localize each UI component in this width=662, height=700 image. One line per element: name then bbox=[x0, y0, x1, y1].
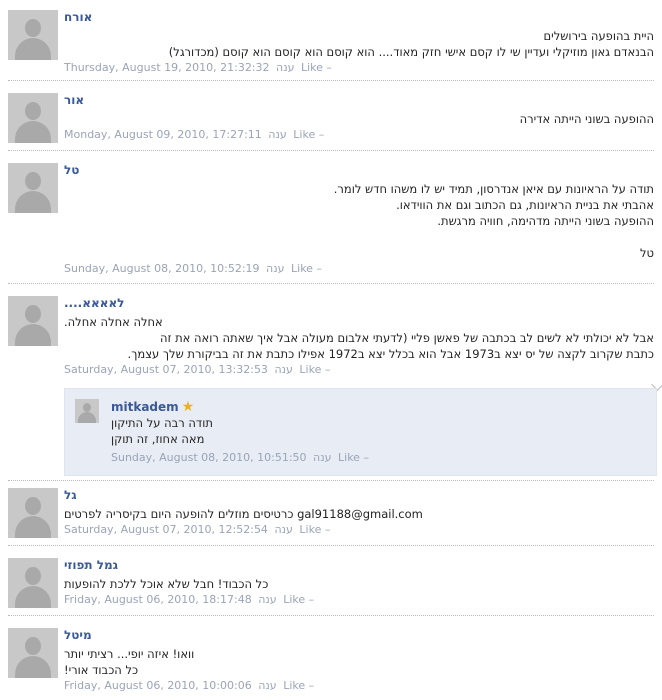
comment-text: gal91188@gmail.com כרטיסים מוזלים להופעה… bbox=[64, 507, 423, 521]
comment-meta: Sunday, August 08, 2010, 10:52:19 ענה Li… bbox=[64, 262, 654, 276]
comment-author[interactable]: לאאאא.... bbox=[64, 296, 654, 310]
reply-text: מאה אחוז, זה תוקן bbox=[111, 432, 205, 446]
comment-date: Monday, August 09, 2010, 17:27:11 bbox=[64, 128, 262, 141]
comment-text bbox=[64, 229, 654, 245]
comment-author[interactable]: אורח bbox=[64, 10, 654, 24]
divider bbox=[8, 283, 654, 284]
comment-author[interactable]: מיטל bbox=[64, 628, 654, 642]
comment-date: Saturday, August 07, 2010, 12:52:54 bbox=[64, 523, 268, 536]
comment-text: כל הכבוד אורי! bbox=[64, 663, 139, 677]
like-link[interactable]: Like – bbox=[283, 679, 314, 692]
reply-link[interactable]: ענה bbox=[258, 593, 276, 606]
comment-meta: Friday, August 06, 2010, 18:17:48 ענה Li… bbox=[64, 593, 654, 607]
comment-text: אבל לא יכולתי לא לשים לב בכתבה של פאשן פ… bbox=[159, 331, 654, 345]
comment-item: אור ההופעה בשוני הייתה אדירה Monday, Aug… bbox=[0, 93, 662, 143]
like-link[interactable]: Like – bbox=[283, 593, 314, 606]
comment-date: Friday, August 06, 2010, 10:00:06 bbox=[64, 679, 252, 692]
comment-author[interactable]: גל bbox=[64, 488, 654, 502]
like-link[interactable]: Like – bbox=[299, 363, 330, 376]
comment-text: הבנאדם גאון מוזיקלי ועדיין שי לו קסם איש… bbox=[168, 45, 654, 59]
reply-item: mitkadem ★ תודה רבה על התיקון מאה אחוז, ז… bbox=[64, 388, 657, 476]
avatar bbox=[8, 488, 58, 538]
like-link[interactable]: Like – bbox=[299, 523, 330, 536]
comment-item: גמל תפוזי כל הכבוד! חבל שלא אוכל ללכת לה… bbox=[0, 558, 662, 608]
comment-text: היית בהופעה בירושלים bbox=[543, 29, 654, 43]
comment-date: Friday, August 06, 2010, 18:17:48 bbox=[64, 593, 252, 606]
reply-avatar bbox=[75, 399, 99, 423]
divider bbox=[8, 615, 654, 616]
comment-meta: Saturday, August 07, 2010, 12:52:54 ענה … bbox=[64, 523, 654, 537]
reply-author[interactable]: mitkadem bbox=[111, 400, 179, 414]
avatar bbox=[8, 628, 58, 678]
avatar bbox=[8, 93, 58, 143]
like-link[interactable]: Like – bbox=[301, 61, 332, 74]
comment-text: כתבת שקרוב לקצה של יס יצא ב1973 אבל הוא … bbox=[127, 347, 654, 361]
reply-meta: Sunday, August 08, 2010, 10:51:50 ענה Li… bbox=[111, 451, 411, 465]
comment-text: ההופעה בשוני הייתה אדירה bbox=[519, 112, 654, 126]
reply-link[interactable]: ענה bbox=[313, 451, 331, 464]
reply-link[interactable]: ענה bbox=[274, 363, 292, 376]
like-link[interactable]: Like – bbox=[338, 451, 369, 464]
avatar bbox=[8, 296, 58, 346]
comment-meta: Monday, August 09, 2010, 17:27:11 ענה Li… bbox=[64, 128, 654, 142]
comment-text: כל הכבוד! חבל שלא אוכל ללכת להופעות bbox=[64, 577, 269, 591]
comment-meta: Saturday, August 07, 2010, 13:32:53 ענה … bbox=[64, 363, 654, 377]
comment-meta: Thursday, August 19, 2010, 21:32:32 ענה … bbox=[64, 61, 654, 75]
comment-text: וואו! איזה יופי... רציתי יותר bbox=[64, 647, 195, 661]
comment-date: Thursday, August 19, 2010, 21:32:32 bbox=[64, 61, 270, 74]
comment-item: גל gal91188@gmail.com כרטיסים מוזלים להו… bbox=[0, 488, 662, 538]
divider bbox=[8, 480, 654, 481]
divider bbox=[8, 80, 654, 81]
comment-date: Sunday, August 08, 2010, 10:52:19 bbox=[64, 262, 260, 275]
comment-item: לאאאא.... אחלה אחלה אחלה. אבל לא יכולתי … bbox=[0, 296, 662, 376]
comment-item: טל תודה על הראיונות עם איאן אנדרסון, תמי… bbox=[0, 163, 662, 275]
avatar bbox=[8, 10, 58, 60]
star-icon: ★ bbox=[181, 399, 195, 415]
comment-item: מיטל וואו! איזה יופי... רציתי יותר כל הכ… bbox=[0, 628, 662, 694]
comment-author[interactable]: אור bbox=[64, 93, 654, 107]
like-link[interactable]: Like – bbox=[293, 128, 324, 141]
comment-text: ההופעה בשוני הייתה מדהימה, חוויה מרגשת. bbox=[437, 214, 654, 228]
comment-text: תודה על הראיונות עם איאן אנדרסון, תמיד י… bbox=[333, 182, 654, 196]
like-link[interactable]: Like – bbox=[291, 262, 322, 275]
comment-meta: Friday, August 06, 2010, 10:00:06 ענה Li… bbox=[64, 679, 654, 693]
comment-author[interactable]: טל bbox=[64, 163, 654, 177]
reply-link[interactable]: ענה bbox=[276, 61, 294, 74]
comment-text: אחלה אחלה אחלה. bbox=[64, 315, 163, 329]
reply-link[interactable]: ענה bbox=[266, 262, 284, 275]
comment-date: Saturday, August 07, 2010, 13:32:53 bbox=[64, 363, 268, 376]
reply-link[interactable]: ענה bbox=[274, 523, 292, 536]
comment-author[interactable]: גמל תפוזי bbox=[64, 558, 654, 572]
comment-text: אהבתי את בניית הראיונות, גם הכתוב וגם את… bbox=[396, 198, 654, 212]
reply-text: תודה רבה על התיקון bbox=[111, 416, 213, 430]
avatar bbox=[8, 163, 58, 213]
divider bbox=[8, 150, 654, 151]
divider bbox=[8, 545, 654, 546]
avatar bbox=[8, 558, 58, 608]
comment-signature: טל bbox=[640, 246, 654, 260]
reply-link[interactable]: ענה bbox=[258, 679, 276, 692]
reply-link[interactable]: ענה bbox=[268, 128, 286, 141]
comment-item: אורח היית בהופעה בירושלים הבנאדם גאון מו… bbox=[0, 10, 662, 74]
reply-date: Sunday, August 08, 2010, 10:51:50 bbox=[111, 451, 307, 464]
